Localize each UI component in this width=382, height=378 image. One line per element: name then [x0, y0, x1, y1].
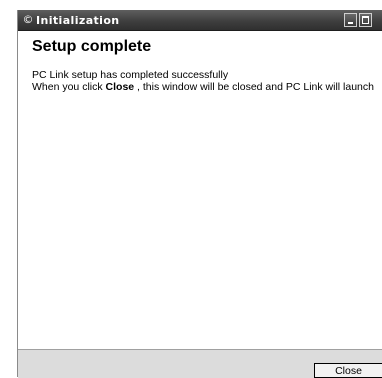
- message-line-2-suffix: , this window will be closed and PC Link…: [134, 81, 374, 93]
- message-line-2: When you click Close , this window will …: [32, 81, 374, 93]
- message-line-2-prefix: When you click: [32, 81, 106, 93]
- window-title: Initialization: [36, 14, 120, 27]
- maximize-icon: [362, 16, 369, 24]
- message-text: PC Link setup has completed successfully…: [32, 69, 374, 93]
- close-button[interactable]: Close: [314, 363, 382, 378]
- initialization-window: © Initialization Setup complete PC Link …: [17, 10, 382, 378]
- message-line-1: PC Link setup has completed successfully: [32, 69, 229, 81]
- app-icon: ©: [22, 13, 34, 26]
- minimize-icon: [348, 22, 353, 24]
- message-line-2-bold: Close: [105, 81, 135, 93]
- page-title: Setup complete: [32, 38, 152, 55]
- content-area: Setup complete PC Link setup has complet…: [18, 31, 382, 346]
- maximize-button[interactable]: [359, 13, 372, 27]
- minimize-button[interactable]: [344, 13, 357, 27]
- title-bar[interactable]: © Initialization: [18, 10, 382, 31]
- button-bar: Close: [18, 349, 382, 378]
